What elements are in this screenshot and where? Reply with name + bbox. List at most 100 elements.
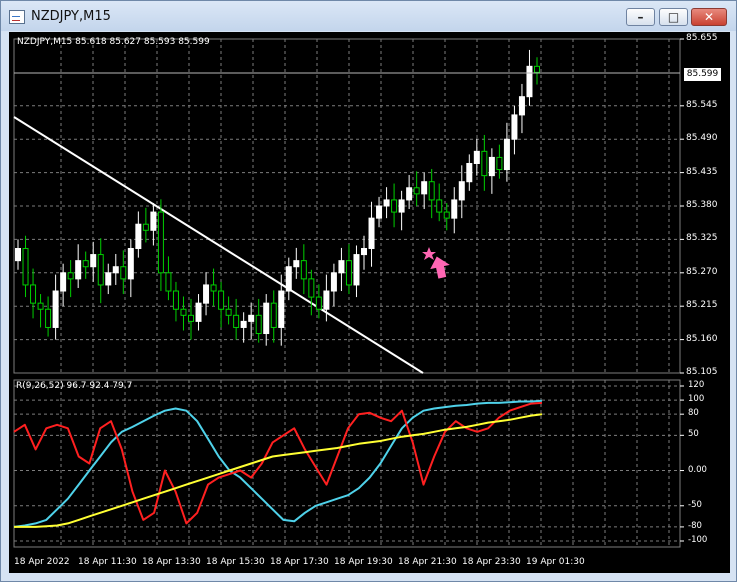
candle-body [135,223,142,250]
price-axis-label: 85.380 [686,200,718,210]
trendline [13,116,424,374]
oscillator-axis-label: 80 [688,408,699,419]
oscillator-axis-label: 120 [688,380,705,390]
time-axis-label: 18 Apr 15:30 [206,557,265,567]
candle-body [345,260,352,286]
minimize-icon: – [637,10,644,24]
candle-body [105,272,112,286]
candle-body [150,211,157,231]
indicator-label: R(9,26,52) 96.7 92.4 79.7 [16,381,133,391]
price-axis-label: 85.270 [686,266,718,277]
candle-body [406,187,413,201]
candle-body [451,199,458,219]
oscillator-axis-label: 0.00 [688,464,707,475]
price-axis-label: 85.655 [686,33,718,43]
candle-body [511,114,518,140]
candle-body [503,138,510,171]
candle-body [421,181,428,195]
chart-canvas[interactable]: NZDJPY,M15 85.618 85.627 85.593 85.599 8… [9,32,730,573]
candle-body [308,278,315,298]
candle-body [338,260,345,274]
candle-body [376,205,383,219]
close-icon: ✕ [703,10,715,24]
candle-body [30,284,37,304]
price-chart-svg [13,38,684,548]
candle-body [188,314,194,322]
candle-body [398,199,405,213]
candle-body [481,150,488,177]
minimize-button[interactable]: – [626,8,655,26]
candle-body [278,290,285,328]
candle-body [383,199,390,207]
candle-body [330,272,337,292]
candle-body [534,65,540,73]
candle-body [353,254,360,286]
indicator-panel-border [13,379,681,548]
candle-body [518,96,525,116]
candle-body [255,314,262,335]
time-axis-label: 18 Apr 11:30 [78,557,137,567]
time-axis-label: 18 Apr 2022 [14,557,70,567]
price-axis-label: 85.215 [686,300,718,311]
oscillator-axis-label: 50 [688,429,699,440]
candle-body [75,260,82,280]
candle-body [436,199,443,213]
candle-body [37,302,44,310]
candle-body [45,308,52,328]
candle-body [60,272,67,292]
candle-body [240,320,247,328]
oscillator-axis-label: 100 [688,394,705,405]
time-axis-label: 18 Apr 23:30 [462,557,521,567]
maximize-button[interactable]: □ [659,8,688,26]
candle-body [413,187,420,195]
candle-body [270,302,277,328]
candle-body [180,308,187,316]
candle-body [293,260,300,268]
time-axis-label: 18 Apr 19:30 [334,557,393,567]
title-bar[interactable]: NZDJPY,M15 – □ ✕ [1,1,736,31]
price-axis-label: 85.490 [686,133,718,144]
candle-body [22,248,29,286]
window-title: NZDJPY,M15 [31,9,111,24]
maximize-icon: □ [667,10,680,24]
oscillator-axis-label: -80 [688,520,702,531]
candle-body [218,290,225,310]
price-axis-label: 85.435 [686,166,718,177]
price-axis-label: 85.545 [686,99,718,110]
candle-body [300,260,307,280]
candle-body [142,223,149,231]
oscillator-axis-label: -50 [688,499,702,510]
star-icon [422,247,436,260]
candle-body [195,302,202,322]
candle-body [315,296,322,310]
time-axis-label: 18 Apr 13:30 [142,557,201,567]
candle-body [97,254,104,286]
candle-body [285,266,292,292]
candle-body [225,308,232,316]
candle-body [391,199,398,213]
candle-body [157,211,164,274]
candle-body [52,290,59,328]
candle-body [90,254,97,268]
candle-body [248,314,255,322]
candle-body [443,211,450,219]
time-axis-label: 19 Apr 01:30 [526,557,585,567]
candle-body [488,156,495,177]
candle-body [263,302,270,335]
candle-body [458,181,465,201]
candle-body [127,248,134,280]
candle-body [203,284,210,304]
candle-body [233,314,240,328]
price-axis-label: 85.160 [686,333,718,344]
close-button[interactable]: ✕ [691,8,727,26]
candle-body [361,248,367,256]
candle-body [112,266,119,274]
candle-body [473,150,480,164]
candle-body [323,290,330,310]
candle-body [15,248,21,262]
price-axis-label: 85.105 [686,367,718,377]
candle-body [368,217,375,250]
mt4-chart-window: NZDJPY,M15 – □ ✕ NZDJPY,M15 85.618 85.62… [0,0,737,582]
candle-body [496,156,503,171]
chart-window-icon [9,10,25,24]
